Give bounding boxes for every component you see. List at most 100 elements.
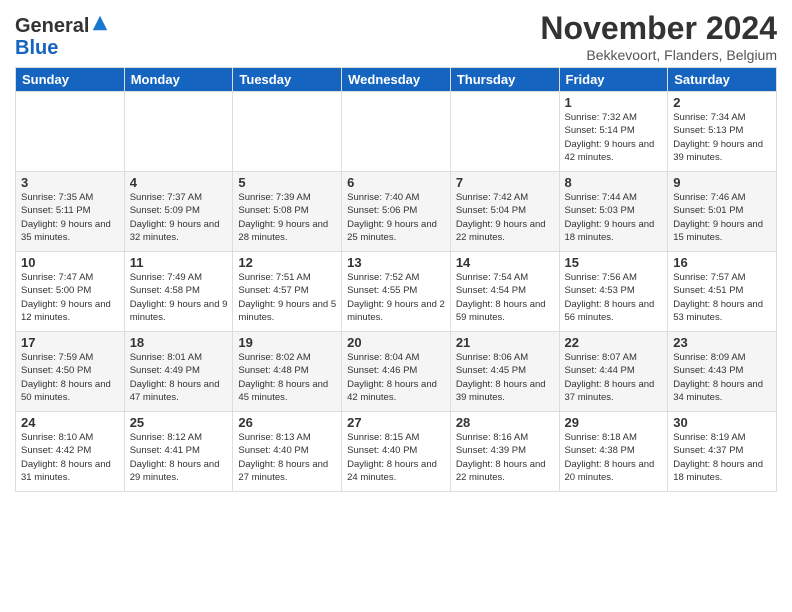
day-info: Sunrise: 7:49 AM Sunset: 4:58 PM Dayligh… bbox=[130, 271, 228, 324]
day-info: Sunrise: 8:16 AM Sunset: 4:39 PM Dayligh… bbox=[456, 431, 554, 484]
day-cell: 5Sunrise: 7:39 AM Sunset: 5:08 PM Daylig… bbox=[233, 172, 342, 252]
day-number: 5 bbox=[238, 175, 336, 190]
day-number: 7 bbox=[456, 175, 554, 190]
day-number: 15 bbox=[565, 255, 663, 270]
day-info: Sunrise: 7:52 AM Sunset: 4:55 PM Dayligh… bbox=[347, 271, 445, 324]
day-cell: 23Sunrise: 8:09 AM Sunset: 4:43 PM Dayli… bbox=[668, 332, 777, 412]
day-cell bbox=[124, 92, 233, 172]
day-number: 10 bbox=[21, 255, 119, 270]
day-info: Sunrise: 8:10 AM Sunset: 4:42 PM Dayligh… bbox=[21, 431, 119, 484]
col-header-saturday: Saturday bbox=[668, 68, 777, 92]
header: General Blue November 2024 Bekkevoort, F… bbox=[15, 10, 777, 63]
calendar-header-row: SundayMondayTuesdayWednesdayThursdayFrid… bbox=[16, 68, 777, 92]
day-info: Sunrise: 7:42 AM Sunset: 5:04 PM Dayligh… bbox=[456, 191, 554, 244]
day-cell: 12Sunrise: 7:51 AM Sunset: 4:57 PM Dayli… bbox=[233, 252, 342, 332]
day-cell: 30Sunrise: 8:19 AM Sunset: 4:37 PM Dayli… bbox=[668, 412, 777, 492]
col-header-monday: Monday bbox=[124, 68, 233, 92]
day-cell: 28Sunrise: 8:16 AM Sunset: 4:39 PM Dayli… bbox=[450, 412, 559, 492]
day-number: 1 bbox=[565, 95, 663, 110]
day-info: Sunrise: 8:19 AM Sunset: 4:37 PM Dayligh… bbox=[673, 431, 771, 484]
day-number: 22 bbox=[565, 335, 663, 350]
day-number: 8 bbox=[565, 175, 663, 190]
day-number: 9 bbox=[673, 175, 771, 190]
day-info: Sunrise: 7:47 AM Sunset: 5:00 PM Dayligh… bbox=[21, 271, 119, 324]
day-info: Sunrise: 7:59 AM Sunset: 4:50 PM Dayligh… bbox=[21, 351, 119, 404]
day-info: Sunrise: 8:13 AM Sunset: 4:40 PM Dayligh… bbox=[238, 431, 336, 484]
day-number: 28 bbox=[456, 415, 554, 430]
week-row-2: 10Sunrise: 7:47 AM Sunset: 5:00 PM Dayli… bbox=[16, 252, 777, 332]
day-cell: 11Sunrise: 7:49 AM Sunset: 4:58 PM Dayli… bbox=[124, 252, 233, 332]
logo-icon bbox=[91, 14, 109, 32]
title-block: November 2024 Bekkevoort, Flanders, Belg… bbox=[540, 10, 777, 63]
col-header-thursday: Thursday bbox=[450, 68, 559, 92]
day-cell: 21Sunrise: 8:06 AM Sunset: 4:45 PM Dayli… bbox=[450, 332, 559, 412]
week-row-3: 17Sunrise: 7:59 AM Sunset: 4:50 PM Dayli… bbox=[16, 332, 777, 412]
day-number: 26 bbox=[238, 415, 336, 430]
day-number: 27 bbox=[347, 415, 445, 430]
day-number: 29 bbox=[565, 415, 663, 430]
col-header-sunday: Sunday bbox=[16, 68, 125, 92]
day-cell: 17Sunrise: 7:59 AM Sunset: 4:50 PM Dayli… bbox=[16, 332, 125, 412]
day-number: 17 bbox=[21, 335, 119, 350]
day-number: 18 bbox=[130, 335, 228, 350]
day-info: Sunrise: 7:37 AM Sunset: 5:09 PM Dayligh… bbox=[130, 191, 228, 244]
day-cell: 16Sunrise: 7:57 AM Sunset: 4:51 PM Dayli… bbox=[668, 252, 777, 332]
col-header-tuesday: Tuesday bbox=[233, 68, 342, 92]
day-cell: 26Sunrise: 8:13 AM Sunset: 4:40 PM Dayli… bbox=[233, 412, 342, 492]
col-header-friday: Friday bbox=[559, 68, 668, 92]
day-info: Sunrise: 8:18 AM Sunset: 4:38 PM Dayligh… bbox=[565, 431, 663, 484]
logo-general-text: General bbox=[15, 15, 89, 37]
day-cell: 10Sunrise: 7:47 AM Sunset: 5:00 PM Dayli… bbox=[16, 252, 125, 332]
day-cell bbox=[450, 92, 559, 172]
day-info: Sunrise: 7:57 AM Sunset: 4:51 PM Dayligh… bbox=[673, 271, 771, 324]
day-info: Sunrise: 8:07 AM Sunset: 4:44 PM Dayligh… bbox=[565, 351, 663, 404]
day-number: 20 bbox=[347, 335, 445, 350]
day-number: 16 bbox=[673, 255, 771, 270]
day-number: 12 bbox=[238, 255, 336, 270]
day-cell: 20Sunrise: 8:04 AM Sunset: 4:46 PM Dayli… bbox=[342, 332, 451, 412]
day-cell: 9Sunrise: 7:46 AM Sunset: 5:01 PM Daylig… bbox=[668, 172, 777, 252]
day-number: 25 bbox=[130, 415, 228, 430]
day-number: 21 bbox=[456, 335, 554, 350]
day-info: Sunrise: 8:15 AM Sunset: 4:40 PM Dayligh… bbox=[347, 431, 445, 484]
day-number: 3 bbox=[21, 175, 119, 190]
day-info: Sunrise: 7:46 AM Sunset: 5:01 PM Dayligh… bbox=[673, 191, 771, 244]
month-title: November 2024 bbox=[540, 10, 777, 47]
day-cell: 29Sunrise: 8:18 AM Sunset: 4:38 PM Dayli… bbox=[559, 412, 668, 492]
day-cell: 3Sunrise: 7:35 AM Sunset: 5:11 PM Daylig… bbox=[16, 172, 125, 252]
day-info: Sunrise: 8:04 AM Sunset: 4:46 PM Dayligh… bbox=[347, 351, 445, 404]
day-cell bbox=[16, 92, 125, 172]
day-info: Sunrise: 7:51 AM Sunset: 4:57 PM Dayligh… bbox=[238, 271, 336, 324]
day-number: 11 bbox=[130, 255, 228, 270]
day-info: Sunrise: 8:12 AM Sunset: 4:41 PM Dayligh… bbox=[130, 431, 228, 484]
day-info: Sunrise: 7:35 AM Sunset: 5:11 PM Dayligh… bbox=[21, 191, 119, 244]
day-info: Sunrise: 7:44 AM Sunset: 5:03 PM Dayligh… bbox=[565, 191, 663, 244]
day-number: 24 bbox=[21, 415, 119, 430]
day-cell: 13Sunrise: 7:52 AM Sunset: 4:55 PM Dayli… bbox=[342, 252, 451, 332]
day-cell: 7Sunrise: 7:42 AM Sunset: 5:04 PM Daylig… bbox=[450, 172, 559, 252]
day-cell: 27Sunrise: 8:15 AM Sunset: 4:40 PM Dayli… bbox=[342, 412, 451, 492]
day-cell: 18Sunrise: 8:01 AM Sunset: 4:49 PM Dayli… bbox=[124, 332, 233, 412]
day-info: Sunrise: 7:56 AM Sunset: 4:53 PM Dayligh… bbox=[565, 271, 663, 324]
day-info: Sunrise: 8:01 AM Sunset: 4:49 PM Dayligh… bbox=[130, 351, 228, 404]
day-info: Sunrise: 7:54 AM Sunset: 4:54 PM Dayligh… bbox=[456, 271, 554, 324]
location: Bekkevoort, Flanders, Belgium bbox=[540, 47, 777, 63]
day-cell bbox=[233, 92, 342, 172]
logo-blue-text: Blue bbox=[15, 37, 58, 59]
day-number: 2 bbox=[673, 95, 771, 110]
day-number: 30 bbox=[673, 415, 771, 430]
day-number: 6 bbox=[347, 175, 445, 190]
day-number: 23 bbox=[673, 335, 771, 350]
logo: General Blue bbox=[15, 14, 109, 59]
page-container: General Blue November 2024 Bekkevoort, F… bbox=[0, 0, 792, 502]
day-info: Sunrise: 8:06 AM Sunset: 4:45 PM Dayligh… bbox=[456, 351, 554, 404]
day-info: Sunrise: 7:34 AM Sunset: 5:13 PM Dayligh… bbox=[673, 111, 771, 164]
day-info: Sunrise: 7:39 AM Sunset: 5:08 PM Dayligh… bbox=[238, 191, 336, 244]
day-cell: 1Sunrise: 7:32 AM Sunset: 5:14 PM Daylig… bbox=[559, 92, 668, 172]
day-number: 14 bbox=[456, 255, 554, 270]
day-number: 13 bbox=[347, 255, 445, 270]
day-cell: 4Sunrise: 7:37 AM Sunset: 5:09 PM Daylig… bbox=[124, 172, 233, 252]
week-row-1: 3Sunrise: 7:35 AM Sunset: 5:11 PM Daylig… bbox=[16, 172, 777, 252]
day-cell: 22Sunrise: 8:07 AM Sunset: 4:44 PM Dayli… bbox=[559, 332, 668, 412]
day-number: 19 bbox=[238, 335, 336, 350]
